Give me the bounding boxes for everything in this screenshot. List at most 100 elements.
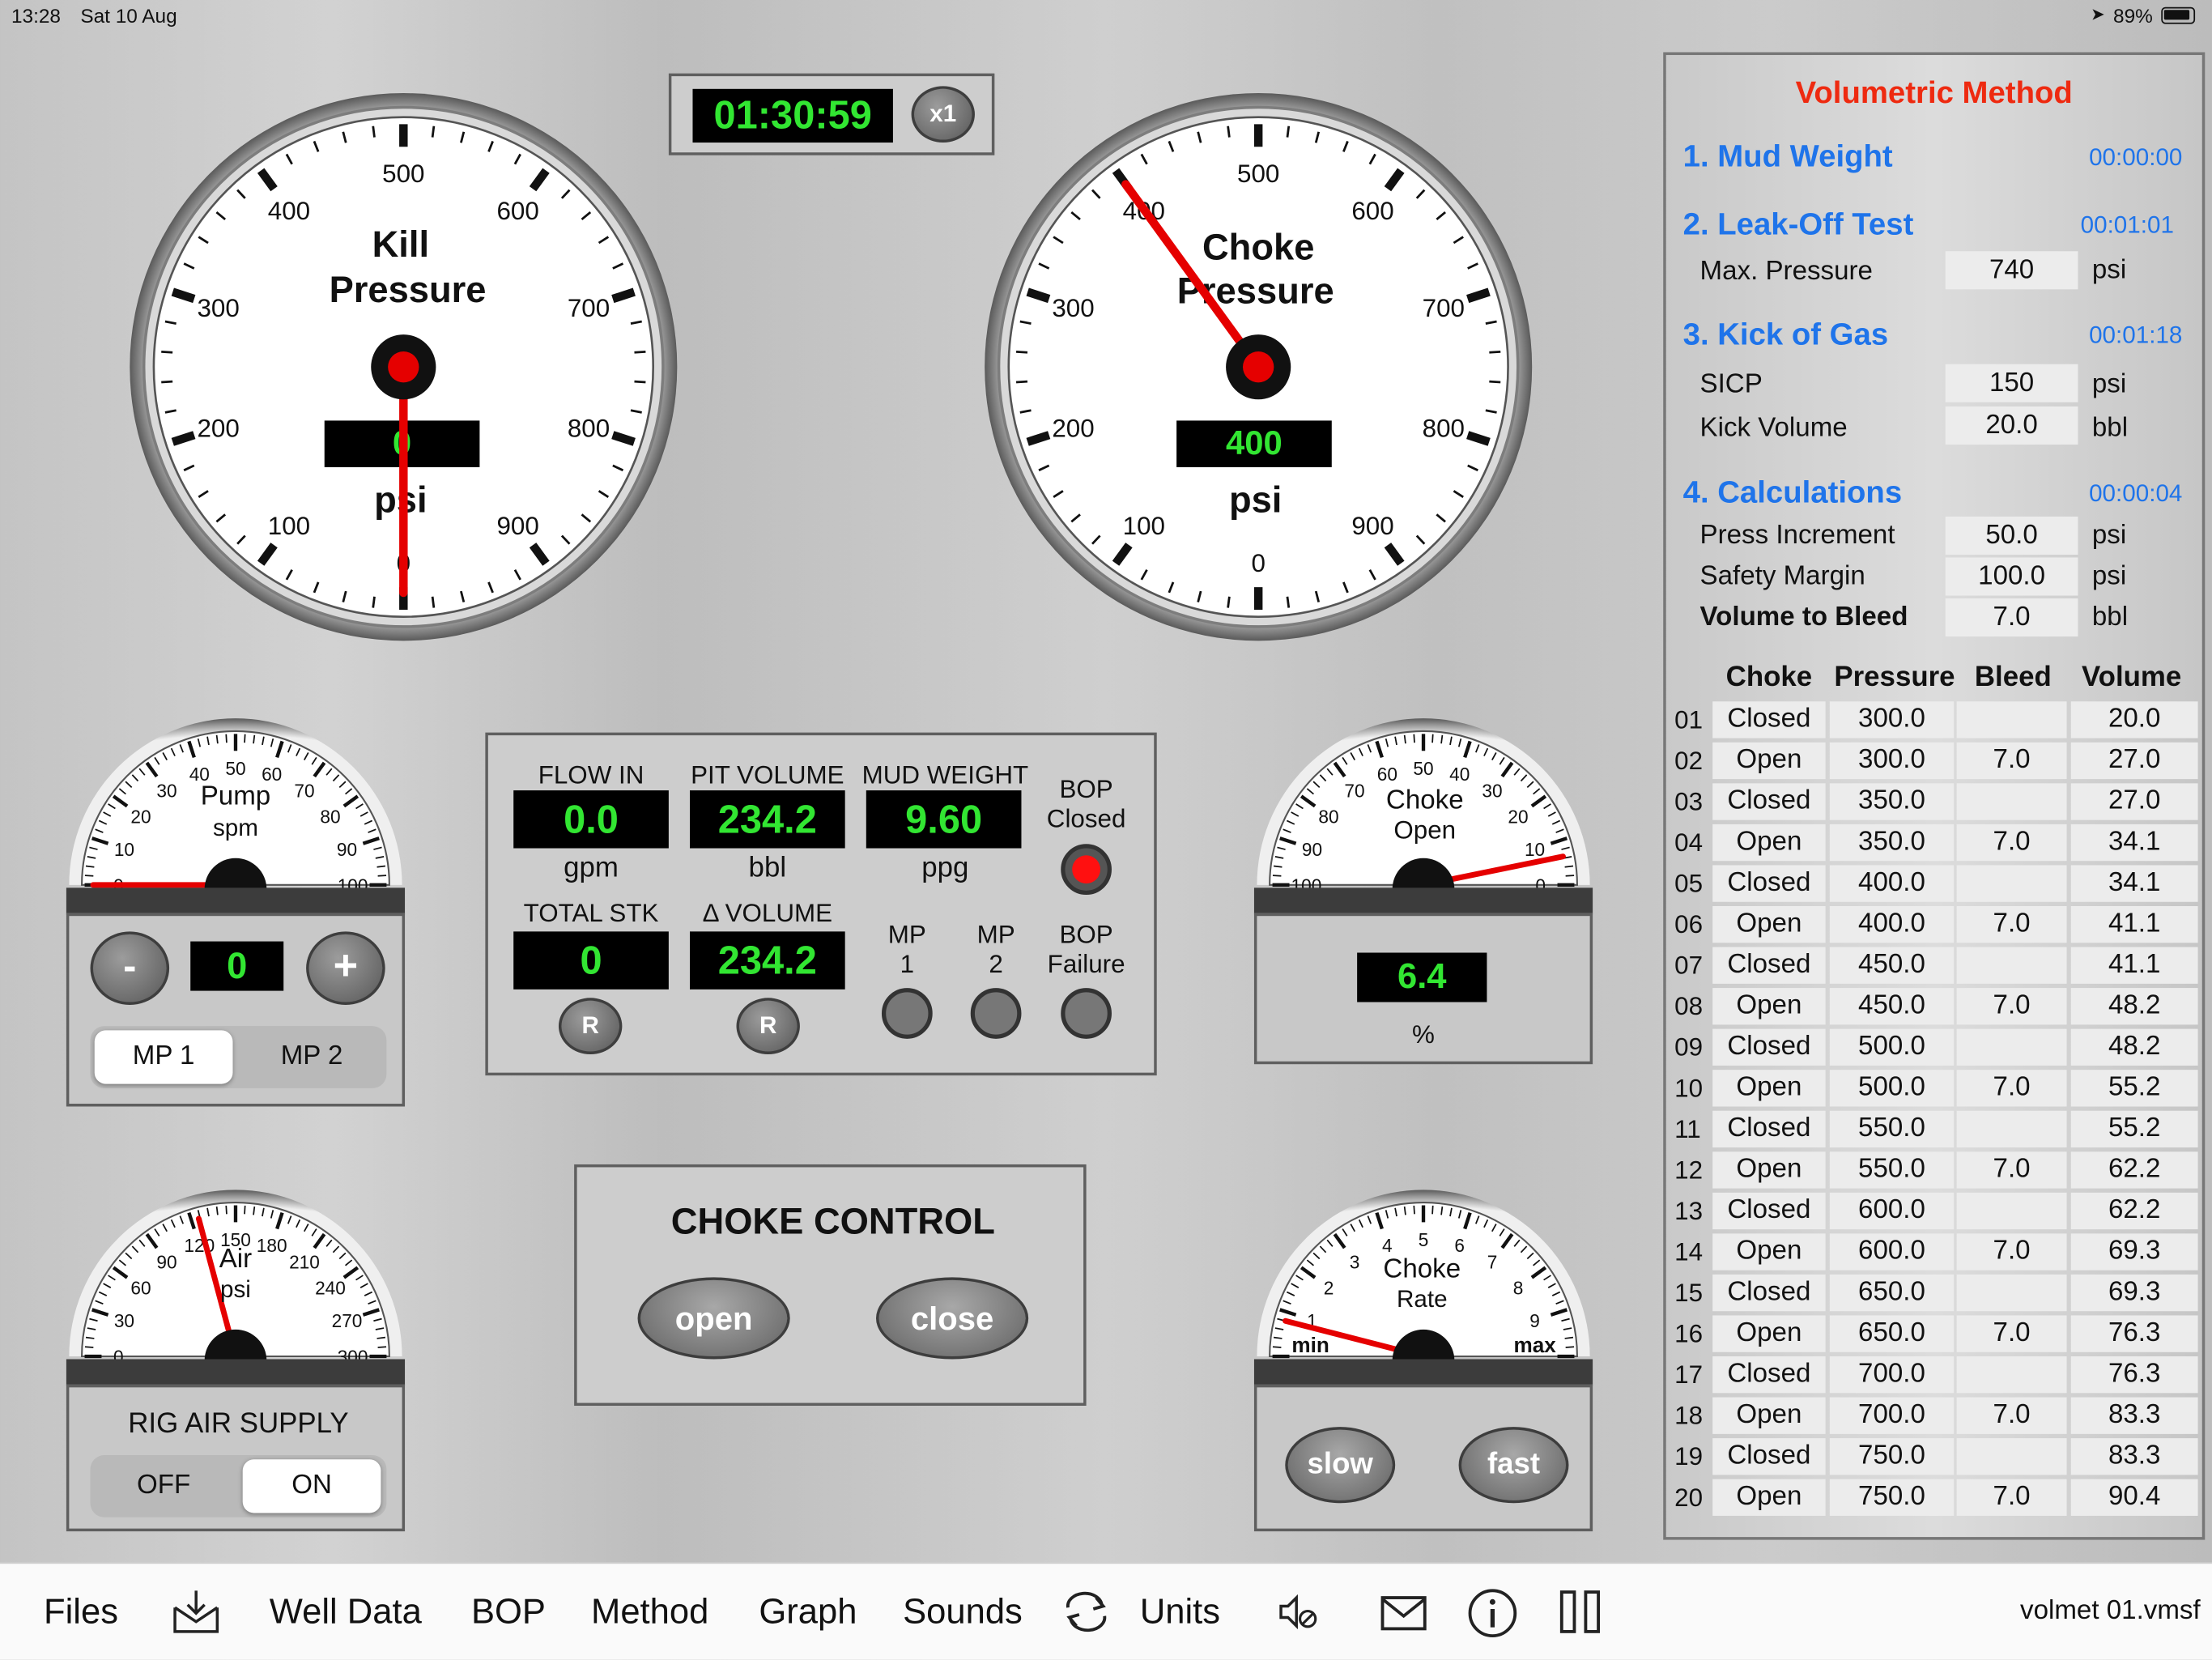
dial-tick-label: 10 [1525, 839, 1545, 860]
choke-rate-fast-button[interactable]: fast [1458, 1427, 1569, 1504]
mud-weight-unit: ppg [921, 852, 969, 884]
press-increment-value[interactable]: 50.0 [1945, 516, 2078, 555]
step-number: 02 [1674, 747, 1704, 775]
dial-tick-label: 8 [1513, 1278, 1524, 1299]
pit-volume-label: PIT VOLUME [691, 760, 844, 790]
status-time: 13:28 [11, 4, 62, 28]
bleed-cell [1956, 1438, 2067, 1475]
choke-control-panel: CHOKE CONTROL open close [574, 1164, 1087, 1407]
pressure-cell: 300.0 [1829, 701, 1955, 738]
speed-button[interactable]: x1 [911, 86, 975, 143]
leak-off-time: 00:01:01 [2080, 211, 2174, 239]
calculations-section-title[interactable]: 4. Calculations [1683, 475, 1903, 511]
inbox-download-icon[interactable] [171, 1588, 222, 1636]
dial-tick [225, 1205, 228, 1215]
choke-rate-slow-button[interactable]: slow [1285, 1427, 1396, 1504]
mud-weight-section-title[interactable]: 1. Mud Weight [1683, 138, 1893, 175]
max-pressure-value[interactable]: 740 [1945, 251, 2078, 290]
sounds-button[interactable]: Sounds [903, 1564, 1023, 1660]
refresh-icon[interactable] [1061, 1590, 1112, 1632]
choke-open-dial-bezel [1253, 887, 1593, 915]
gauge-tick-label: 300 [197, 294, 239, 322]
choke-open-dial-subtitle: Open [1393, 815, 1457, 845]
delta-volume-reset-button[interactable]: R [736, 998, 800, 1055]
bleed-cell [1956, 783, 2067, 820]
step-number: 03 [1674, 787, 1704, 816]
volume-cell: 76.3 [2070, 1356, 2198, 1394]
units-button[interactable]: Units [1140, 1564, 1220, 1660]
status-bar: 13:28 Sat 10 Aug ➤ 89% [0, 0, 2212, 31]
dial-tick-label: 80 [1318, 807, 1338, 828]
dial-tick-label: 6 [1454, 1235, 1465, 1256]
table-row: 18 Open 700.0 7.0 83.3 [1666, 1396, 2208, 1437]
files-button[interactable]: Files [44, 1564, 118, 1660]
bleed-cell [1956, 1274, 2067, 1312]
table-row: 19 Closed 750.0 83.3 [1666, 1437, 2208, 1478]
table-row: 14 Open 600.0 7.0 69.3 [1666, 1232, 2208, 1274]
mail-icon[interactable] [1380, 1595, 1427, 1632]
method-button[interactable]: Method [591, 1564, 708, 1660]
bleed-cell: 7.0 [1956, 824, 2067, 862]
volume-to-bleed-value[interactable]: 7.0 [1945, 598, 2078, 637]
step-number: 20 [1674, 1483, 1704, 1512]
speaker-mute-icon[interactable] [1277, 1590, 1319, 1632]
bleed-cell [1956, 865, 2067, 902]
gauge-tick-label: 800 [568, 415, 610, 443]
pit-volume-unit: bbl [748, 852, 787, 884]
table-row: 03 Closed 350.0 27.0 [1666, 782, 2208, 824]
dial-tick-label: 4 [1382, 1235, 1393, 1256]
dial-tick [1272, 875, 1282, 877]
graph-button[interactable]: Graph [759, 1564, 857, 1660]
dial-tick-label: 20 [130, 807, 151, 828]
step-number: 17 [1674, 1360, 1704, 1390]
choke-close-button[interactable]: close [875, 1277, 1029, 1360]
choke-pressure-gauge: 0 100 200 300 400 500 600 700 800 900 [985, 93, 1533, 641]
dial-tick [225, 734, 228, 743]
dial-tick-label: 90 [337, 839, 357, 860]
safety-margin-value[interactable]: 100.0 [1945, 557, 2078, 596]
air-off-option[interactable]: OFF [95, 1459, 233, 1513]
choke-state-cell: Open [1712, 1479, 1826, 1516]
mp2-label-2: 2 [989, 950, 1003, 978]
kill-gauge-title-1: Kill [372, 223, 430, 266]
total-stk-reset-button[interactable]: R [558, 998, 623, 1055]
mp2-option[interactable]: MP 2 [243, 1030, 381, 1083]
choke-state-cell: Open [1712, 1315, 1826, 1352]
mp1-option[interactable]: MP 1 [94, 1030, 233, 1084]
pit-volume-readout: 234.2 [690, 790, 845, 849]
step-number: 11 [1674, 1114, 1701, 1143]
pressure-cell: 450.0 [1829, 947, 1955, 984]
pump-increase-button[interactable]: + [306, 931, 385, 1006]
kick-section-title[interactable]: 3. Kick of Gas [1683, 316, 1889, 352]
gauge-tick [1286, 596, 1291, 608]
info-icon[interactable] [1467, 1588, 1518, 1639]
air-on-option[interactable]: ON [242, 1459, 381, 1513]
kick-time: 00:01:18 [2089, 321, 2183, 349]
gauge-tick [634, 350, 646, 354]
pressure-cell: 700.0 [1829, 1397, 1955, 1434]
gauge-tick-label: 300 [1052, 294, 1094, 322]
dial-tick-label: 2 [1324, 1278, 1334, 1299]
step-number: 06 [1674, 910, 1704, 939]
well-data-button[interactable]: Well Data [270, 1564, 422, 1660]
pressure-cell: 600.0 [1829, 1233, 1955, 1271]
pump-control-panel: - 0 + MP 1 MP 2 [66, 913, 406, 1107]
choke-state-cell: Open [1712, 988, 1826, 1025]
table-row: 20 Open 750.0 7.0 90.4 [1666, 1478, 2208, 1519]
choke-open-button[interactable]: open [637, 1277, 790, 1360]
split-view-icon[interactable] [1558, 1588, 1603, 1636]
bop-button[interactable]: BOP [471, 1564, 546, 1660]
step-number: 19 [1674, 1442, 1704, 1471]
kick-volume-value[interactable]: 20.0 [1945, 406, 2078, 445]
step-number: 14 [1674, 1237, 1704, 1266]
flow-panel: FLOW IN 0.0 gpm PIT VOLUME 234.2 bbl MUD… [485, 732, 1157, 1076]
mp2-label-1: MP [976, 920, 1015, 949]
volume-cell: 20.0 [2070, 701, 2198, 738]
bleed-cell: 7.0 [1956, 988, 2067, 1025]
sicp-value[interactable]: 150 [1945, 364, 2078, 402]
choke-control-title: CHOKE CONTROL [670, 1199, 995, 1242]
leak-off-section-title[interactable]: 2. Leak-Off Test [1683, 206, 1914, 242]
choke-rate-dial-title: Choke [1383, 1254, 1461, 1285]
pump-decrease-button[interactable]: - [90, 931, 170, 1006]
dial-tick [1431, 734, 1434, 743]
